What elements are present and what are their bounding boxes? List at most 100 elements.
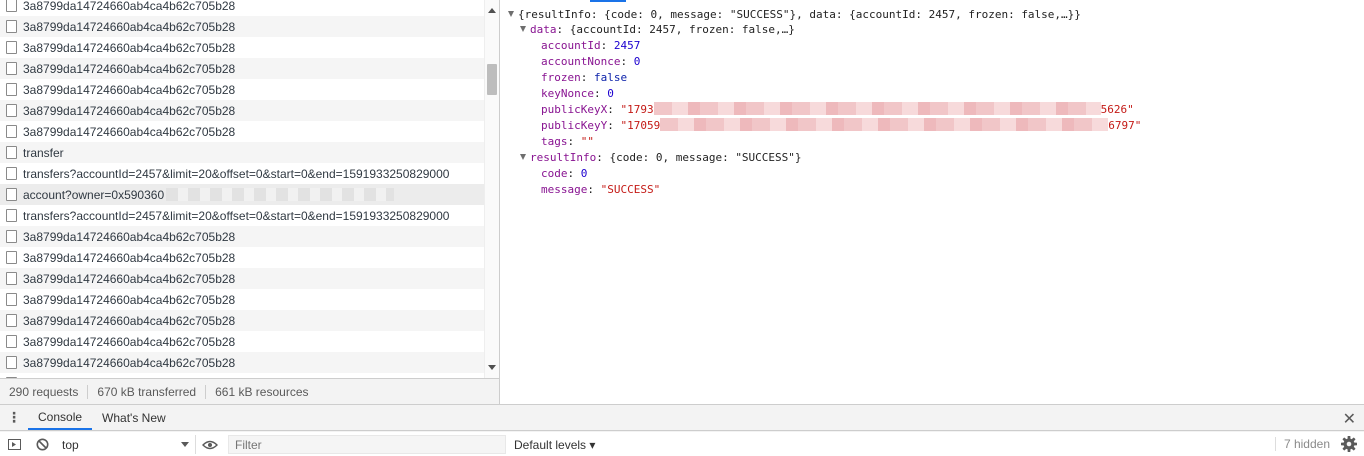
tab-whats-new[interactable]: What's New (92, 405, 176, 430)
request-row[interactable]: account?owner=0x590360 (0, 184, 484, 205)
row-checkbox-icon (6, 209, 17, 222)
request-name: 3a8799da14724660ab4ca4b62c705b28 (23, 124, 236, 139)
json-field-frozen: frozen: false (541, 71, 628, 84)
json-data-node[interactable]: data: {accountId: 2457, frozen: false,…} (520, 22, 795, 38)
row-checkbox-icon (6, 104, 17, 117)
json-field-tags: tags: "" (541, 135, 594, 148)
json-resultinfo-node[interactable]: resultInfo: {code: 0, message: "SUCCESS"… (520, 150, 802, 166)
resources-size: 661 kB resources (215, 384, 309, 399)
drawer-tab-bar: ⋮ Console What's New ✕ (0, 405, 1364, 431)
dropdown-arrow-icon (181, 442, 189, 447)
context-selector[interactable]: top (56, 435, 196, 454)
json-field-keynonce: keyNonce: 0 (541, 87, 614, 100)
close-icon[interactable]: ✕ (1343, 409, 1356, 429)
expand-triangle-icon[interactable] (520, 26, 526, 32)
row-checkbox-icon (6, 272, 17, 285)
request-name: 3a8799da14724660ab4ca4b62c705b28 (23, 292, 236, 307)
request-name: 3a8799da14724660ab4ca4b62c705b28 (23, 313, 236, 328)
row-checkbox-icon (6, 146, 17, 159)
row-checkbox-icon (6, 335, 17, 348)
request-row[interactable]: 3a8799da14724660ab4ca4b62c705b28 (0, 226, 484, 247)
request-name: 3a8799da14724660ab4ca4b62c705b28 (23, 0, 236, 13)
request-name: 3a8799da14724660ab4ca4b62c705b28 (23, 82, 236, 97)
scroll-down-arrow-icon[interactable] (488, 365, 496, 370)
request-row[interactable]: 3a8799da14724660ab4ca4b62c705b28 (0, 121, 484, 142)
request-name: 3a8799da14724660ab4ca4b62c705b28 (23, 40, 236, 55)
json-field-accountid: accountId: 2457 (541, 39, 641, 52)
expand-triangle-icon[interactable] (520, 154, 526, 160)
request-name: 3a8799da14724660ab4ca4b62c705b28 (23, 334, 236, 349)
clear-console-icon[interactable] (28, 432, 56, 456)
request-name: transfers?accountId=2457&limit=20&offset… (23, 208, 450, 223)
sidebar-toggle-icon[interactable] (0, 432, 28, 456)
response-preview-pane: {resultInfo: {code: 0, message: "SUCCESS… (500, 0, 1364, 404)
scroll-up-arrow-icon[interactable] (488, 8, 496, 13)
request-row[interactable]: transfers?accountId=2457&limit=20&offset… (0, 163, 484, 184)
row-checkbox-icon (6, 188, 17, 201)
request-name: transfer (23, 145, 64, 160)
row-checkbox-icon (6, 230, 17, 243)
filter-input[interactable] (228, 435, 506, 454)
redacted-value (660, 118, 1109, 131)
json-field-accountnonce: accountNonce: 0 (541, 55, 641, 68)
row-checkbox-icon (6, 41, 17, 54)
json-field-code: code: 0 (541, 167, 588, 180)
json-field-message: message: "SUCCESS" (541, 183, 661, 196)
request-row[interactable]: 3a8799da14724660ab4ca4b62c705b28 (0, 331, 484, 352)
console-toolbar: top Default levels ▾ 7 hidden (0, 432, 1364, 456)
tab-console[interactable]: Console (28, 405, 93, 430)
request-name: 3a8799da14724660ab4ca4b62c705b28 (23, 103, 236, 118)
network-request-list: 3a8799da14724660ab4ca4b62c705b28 3a8799da… (0, 0, 500, 378)
request-row[interactable]: transfers?accountId=2457&limit=20&offset… (0, 205, 484, 226)
expand-triangle-icon[interactable] (508, 11, 514, 17)
json-field-publickeyx: publicKeyX: "1793 5626" (541, 102, 1134, 116)
row-checkbox-icon (6, 125, 17, 138)
request-row[interactable]: 3a8799da14724660ab4ca4b62c705b28 (0, 58, 484, 79)
row-checkbox-icon (6, 251, 17, 264)
request-row[interactable]: 3a8799da14724660ab4ca4b62c705b28 (0, 37, 484, 58)
redacted-value (166, 188, 395, 201)
request-name: 3a8799da14724660ab4ca4b62c705b28 (23, 19, 236, 34)
request-name: account?owner=0x590360 (23, 187, 165, 202)
row-checkbox-icon (6, 83, 17, 96)
row-checkbox-icon (6, 167, 17, 180)
row-checkbox-icon (6, 356, 17, 369)
request-row[interactable]: 3a8799da14724660ab4ca4b62c705b28 (0, 352, 484, 373)
request-name: 3a8799da14724660ab4ca4b62c705b28 (23, 250, 236, 265)
request-count: 290 requests (9, 384, 79, 399)
row-checkbox-icon (6, 293, 17, 306)
more-options-icon[interactable]: ⋮ (0, 405, 28, 430)
request-row[interactable]: 3a8799da14724660ab4ca4b62c705b28 (0, 289, 484, 310)
console-drawer: ⋮ Console What's New ✕ top Default level… (0, 404, 1364, 456)
request-row[interactable]: 3a8799da14724660ab4ca4b62c705b28 (0, 100, 484, 121)
hidden-messages-count: 7 hidden (1274, 437, 1330, 451)
scrollbar-thumb[interactable] (487, 64, 497, 95)
request-name: 3a8799da14724660ab4ca4b62c705b28 (23, 271, 236, 286)
row-checkbox-icon (6, 62, 17, 75)
request-row[interactable]: 3a8799da14724660ab4ca4b62c705b28 (0, 247, 484, 268)
request-row[interactable]: 3a8799da14724660ab4ca4b62c705b28 (0, 268, 484, 289)
request-row[interactable]: 3a8799da14724660ab4ca4b62c705b28 (0, 16, 484, 37)
network-status-bar: 290 requests 670 kB transferred 661 kB r… (0, 378, 500, 404)
request-row[interactable]: 3a8799da14724660ab4ca4b62c705b28 (0, 79, 484, 100)
request-row[interactable]: transfer (0, 142, 484, 163)
json-root[interactable]: {resultInfo: {code: 0, message: "SUCCESS… (508, 7, 1081, 23)
redacted-value (653, 102, 1101, 115)
request-name: 3a8799da14724660ab4ca4b62c705b28 (23, 229, 236, 244)
json-field-publickeyy: publicKeyY: "17059 6797" (541, 118, 1142, 132)
request-name: 3a8799da14724660ab4ca4b62c705b28 (23, 355, 236, 370)
gear-icon[interactable] (1340, 435, 1358, 453)
preview-tab-indicator (590, 0, 626, 2)
log-levels-dropdown[interactable]: Default levels ▾ (514, 438, 595, 452)
request-row[interactable]: 3a8799da14724660ab4ca4b62c705b28 (0, 0, 484, 16)
row-checkbox-icon (6, 314, 17, 327)
request-rows: 3a8799da14724660ab4ca4b62c705b28 3a8799da… (0, 0, 484, 378)
row-checkbox-icon (6, 0, 17, 12)
row-checkbox-icon (6, 20, 17, 33)
request-row[interactable]: 3a8799da14724660ab4ca4b62c705b28 (0, 310, 484, 331)
request-name: 3a8799da14724660ab4ca4b62c705b28 (23, 61, 236, 76)
request-list-scrollbar[interactable] (484, 0, 499, 378)
transferred-size: 670 kB transferred (97, 384, 197, 399)
context-label: top (62, 437, 79, 452)
eye-icon[interactable] (196, 432, 224, 456)
